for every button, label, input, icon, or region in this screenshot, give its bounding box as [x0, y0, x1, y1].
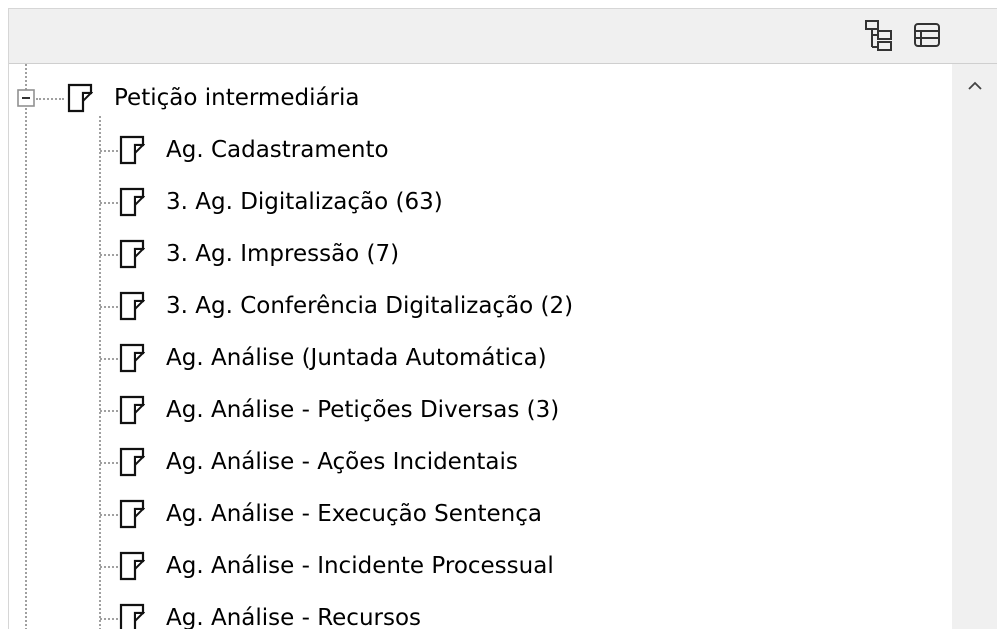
tree-node-label: 3. Ag. Conferência Digitalização (2)	[166, 293, 574, 319]
tree-node-child[interactable]: 3. Ag. Digitalização (63)	[119, 176, 443, 228]
tree-node-label: Ag. Análise (Juntada Automática)	[166, 345, 547, 371]
document-icon	[119, 603, 145, 629]
tree-panel: Petição intermediária Ag. Cadastramento 3…	[8, 8, 997, 629]
tree-node-child[interactable]: Ag. Análise - Execução Sentença	[119, 488, 542, 540]
tree-node-label: Ag. Cadastramento	[166, 137, 389, 163]
minus-box-icon	[17, 89, 35, 107]
tree-node-child[interactable]: Ag. Análise - Petições Diversas (3)	[119, 384, 559, 436]
tree-guide-line	[100, 462, 118, 464]
tree-guide-line	[100, 202, 118, 204]
tree-toolbar	[9, 9, 997, 64]
tree-node-child[interactable]: Ag. Análise - Recursos	[119, 592, 421, 629]
tree-guide-line	[25, 64, 27, 629]
document-icon	[119, 343, 145, 373]
tree-node-label: Petição intermediária	[114, 85, 360, 111]
collapse-toggle[interactable]	[17, 89, 35, 107]
tree-guide-line	[100, 150, 118, 152]
tree-node-label: Ag. Análise - Recursos	[166, 605, 422, 629]
tree-node-root[interactable]: Petição intermediária	[67, 72, 360, 124]
tree-node-label: Ag. Análise - Execução Sentença	[166, 501, 542, 527]
document-icon	[119, 447, 145, 477]
tree-node-child[interactable]: Ag. Análise - Incidente Processual	[119, 540, 554, 592]
vertical-scrollbar[interactable]	[952, 64, 997, 629]
tree-guide-line	[100, 254, 118, 256]
expand-all-button[interactable]	[861, 17, 897, 53]
expand-all-icon	[865, 20, 892, 51]
document-icon	[119, 239, 145, 269]
tree-guide-line	[99, 116, 101, 629]
document-icon	[119, 187, 145, 217]
tree-guide-line	[100, 410, 118, 412]
tree-guide-line	[100, 358, 118, 360]
collapse-all-icon	[914, 23, 940, 47]
document-icon	[67, 83, 93, 113]
collapse-all-button[interactable]	[909, 17, 945, 53]
tree-node-label: 3. Ag. Impressão (7)	[166, 241, 400, 267]
tree-node-child[interactable]: 3. Ag. Conferência Digitalização (2)	[119, 280, 573, 332]
tree-guide-line	[100, 306, 118, 308]
tree-guide-line	[100, 618, 118, 620]
tree-guide-line	[100, 566, 118, 568]
document-icon	[119, 551, 145, 581]
tree-node-child[interactable]: Ag. Análise (Juntada Automática)	[119, 332, 547, 384]
tree-node-child[interactable]: Ag. Cadastramento	[119, 124, 389, 176]
document-icon	[119, 395, 145, 425]
tree-node-child[interactable]: 3. Ag. Impressão (7)	[119, 228, 399, 280]
tree-view[interactable]: Petição intermediária Ag. Cadastramento 3…	[9, 64, 949, 629]
tree-node-label: 3. Ag. Digitalização (63)	[166, 189, 443, 215]
document-icon	[119, 499, 145, 529]
document-icon	[119, 291, 145, 321]
tree-node-label: Ag. Análise - Ações Incidentais	[166, 449, 518, 475]
tree-node-label: Ag. Análise - Petições Diversas (3)	[166, 397, 560, 423]
tree-node-label: Ag. Análise - Incidente Processual	[166, 553, 554, 579]
tree-node-child[interactable]: Ag. Análise - Ações Incidentais	[119, 436, 518, 488]
document-icon	[119, 135, 145, 165]
tree-guide-line	[100, 514, 118, 516]
chevron-up-icon	[967, 81, 982, 90]
tree-guide-line	[36, 98, 64, 100]
scroll-up-button[interactable]	[952, 64, 997, 108]
